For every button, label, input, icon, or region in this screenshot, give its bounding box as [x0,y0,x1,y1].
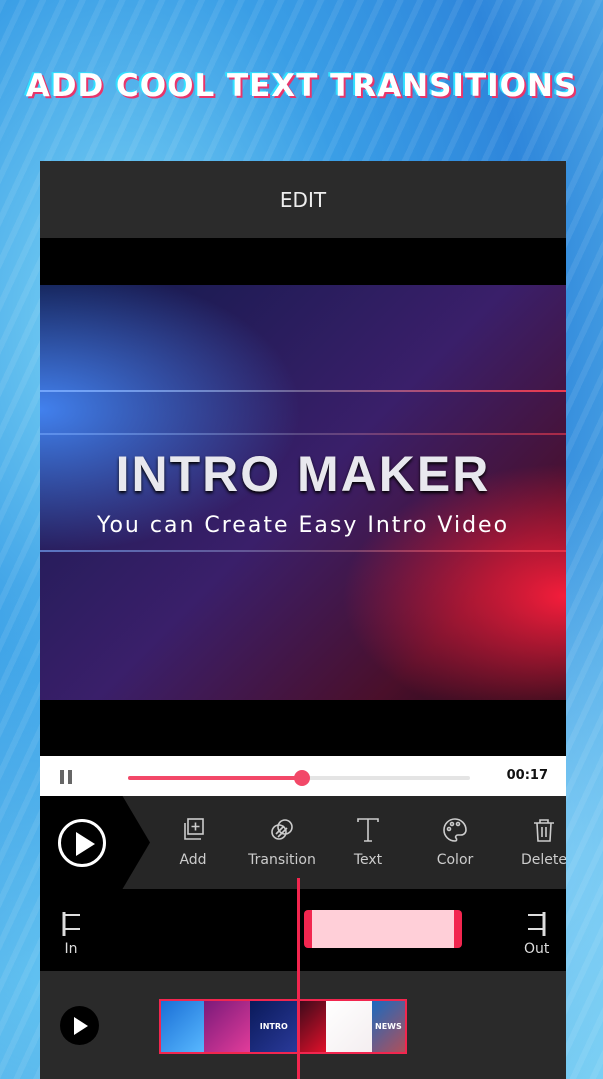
in-label: In [64,941,78,957]
out-marker[interactable]: Out [524,911,549,957]
tool-label: Delete [521,852,566,868]
video-preview[interactable]: INTRO MAKER You can Create Easy Intro Vi… [40,285,566,700]
out-label: Out [524,941,550,957]
clip-thumbnail[interactable] [203,1001,250,1052]
trim-timeline: In Out [40,889,566,971]
thumbnail-label: INTRO [259,1022,288,1031]
clip-strip: INTRO NEWS [40,971,566,1079]
tool-label: Add [179,852,207,868]
screen-title: EDIT [279,187,327,212]
play-button[interactable] [58,819,106,867]
out-bracket-icon [527,912,546,936]
seek-progress [128,776,303,780]
tool-label: Text [353,852,383,868]
palette-icon [443,818,467,842]
pause-icon[interactable] [60,770,72,784]
light-flare [40,390,566,392]
current-time: 00:17 [506,768,548,783]
tool-color[interactable]: Color [410,816,500,868]
clip-thumbnail[interactable] [325,1001,372,1052]
transition-icon [271,819,293,840]
seek-slider[interactable] [128,770,470,786]
edit-toolbar: Add Transition Text Color Delete [40,796,566,889]
app-screen: EDIT INTRO MAKER You can Create Easy Int… [40,161,566,1079]
seek-handle[interactable] [294,770,311,786]
headline: ADD COOL TEXT TRANSITIONS [25,68,578,104]
tool-add[interactable]: Add [148,816,238,868]
light-flare [40,550,566,552]
tool-delete[interactable]: Delete [499,816,566,868]
clip-thumbnail[interactable]: INTRO [249,1001,298,1052]
video-subtitle: You can Create Easy Intro Video [96,513,510,538]
tool-label: Color [436,852,474,868]
playhead[interactable] [297,878,300,1079]
in-bracket-icon [62,912,80,936]
tool-text[interactable]: Text [323,816,413,868]
trash-icon [534,819,554,842]
clip-thumbnail[interactable] [161,1001,204,1052]
tool-transition[interactable]: Transition [237,816,327,868]
playback-bar: 00:17 [40,756,566,796]
thumbnail-label: NEWS [375,1022,402,1031]
clip-thumbnail[interactable] [297,1001,326,1052]
trim-range[interactable] [304,910,462,948]
preview-play-button[interactable] [60,1006,99,1045]
in-marker[interactable]: In [60,911,82,957]
top-bar: EDIT [40,161,566,238]
clip-thumbnail[interactable]: NEWS [371,1001,405,1052]
tool-label: Transition [248,852,316,868]
video-title: INTRO MAKER [115,446,491,502]
clip-thumbnails[interactable]: INTRO NEWS [159,999,407,1054]
text-icon [357,818,379,842]
light-flare [40,433,566,435]
add-layer-icon [184,818,204,840]
